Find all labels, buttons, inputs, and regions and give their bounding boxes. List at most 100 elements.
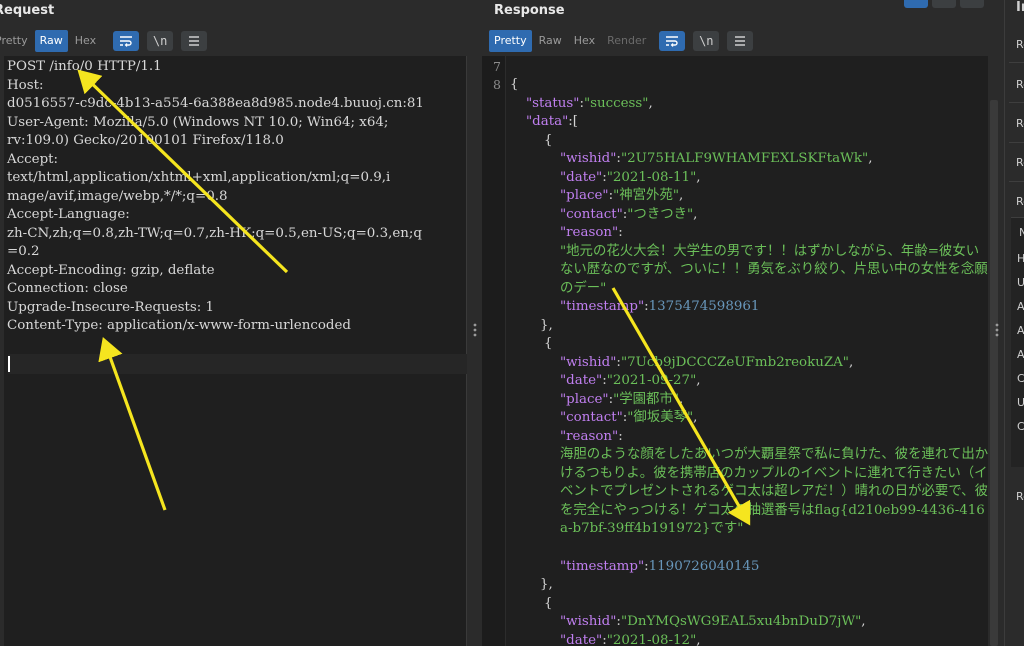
- json-brace: {: [510, 77, 519, 92]
- line-number: 8: [493, 77, 501, 92]
- json-key: "date": [560, 632, 603, 646]
- response-panel-title: Response: [494, 3, 565, 18]
- tab-raw-response[interactable]: Raw: [534, 30, 567, 52]
- inspector-section[interactable]: Re: [1016, 117, 1024, 130]
- inspector-panel: In Re Re Re Re Re N H U A A A C U C Re: [1004, 0, 1024, 646]
- response-editor[interactable]: 7 8 { "status":"success", "data":[ { "wi…: [482, 56, 988, 646]
- request-editor[interactable]: POST /info/0 HTTP/1.1 Host: d0516557-c9d…: [4, 56, 467, 646]
- layout-toggle-group: [904, 0, 984, 8]
- inspector-section[interactable]: Re: [1016, 490, 1024, 503]
- json-line: "reason":: [560, 225, 623, 240]
- request-line: =0.2: [7, 244, 40, 259]
- inspector-section[interactable]: Re: [1016, 38, 1024, 51]
- inspector-section[interactable]: Re: [1016, 78, 1024, 91]
- json-brace: {: [544, 336, 553, 351]
- inspector-section[interactable]: Re: [1016, 195, 1024, 208]
- wrap-lines-icon[interactable]: [113, 31, 140, 51]
- json-number: 1190726040145: [648, 558, 760, 574]
- tab-pretty-response[interactable]: Pretty: [489, 30, 532, 52]
- json-line: "wishid":"DnYMQsWG9EAL5xu4bnDuD7jW",: [560, 614, 866, 629]
- json-line: "wishid":"2U75HALF9WHAMFEXLSKFtaWk",: [560, 151, 873, 166]
- divider: [1009, 181, 1024, 182]
- tab-pretty-request[interactable]: Pretty: [0, 30, 33, 52]
- json-brace: {: [544, 595, 553, 611]
- json-line-data: "data":[: [526, 114, 578, 129]
- inspector-table: N H U A A A C U C: [1011, 217, 1024, 467]
- pane-splitter[interactable]: [468, 56, 482, 646]
- request-line: Accept-Language:: [7, 207, 130, 222]
- tab-hex-response[interactable]: Hex: [569, 30, 600, 52]
- json-line: "date":"2021-09-27",: [560, 373, 701, 388]
- json-string: 海胆のような顔をしたあいつが大覇星祭で私に負けた、彼を連れて出かけるつもりよ。彼…: [560, 447, 989, 536]
- json-key: "place": [560, 188, 609, 203]
- json-line: "place":"学園都市",: [560, 391, 684, 407]
- json-line: "timestamp":1375474598961: [560, 299, 760, 314]
- inspector-section[interactable]: Re: [1016, 156, 1024, 169]
- json-key: "date": [560, 373, 603, 388]
- request-line: d0516557-c9dc-4b13-a554-6a388ea8d985.nod…: [7, 96, 424, 111]
- json-string: "2021-08-12": [606, 632, 697, 646]
- inspector-table-cell: U: [1017, 276, 1024, 289]
- json-line: "place":"神宮外苑",: [560, 188, 684, 203]
- tab-hex-request[interactable]: Hex: [70, 30, 101, 52]
- wrap-lines-icon[interactable]: [659, 31, 686, 51]
- json-line: "reason":: [560, 428, 623, 444]
- json-string: "つきつき": [627, 206, 694, 222]
- json-key: "contact": [560, 410, 623, 425]
- request-panel-title: Request: [0, 3, 55, 18]
- line-number-gutter: 7 8: [482, 56, 506, 646]
- divider: [1009, 102, 1024, 103]
- line-number: 7: [493, 59, 501, 74]
- json-key: "data": [526, 114, 569, 129]
- json-string: "御坂美琴": [627, 410, 694, 425]
- json-string: "学園都市": [613, 391, 679, 407]
- json-line: "wishid":"7Ucb9jDCCCZeUFmb2reokuZA",: [560, 354, 854, 370]
- json-string: "success": [583, 95, 649, 111]
- json-brace: },: [540, 317, 553, 333]
- json-key: "timestamp": [560, 558, 645, 574]
- json-string: "2U75HALF9WHAMFEXLSKFtaWk": [620, 151, 869, 166]
- json-brace: },: [540, 577, 553, 592]
- request-line: Host:: [7, 77, 44, 93]
- response-tab-bar: Pretty Raw Hex Render \n: [489, 30, 754, 52]
- json-line: "date":"2021-08-11",: [560, 169, 701, 185]
- newline-toggle-icon[interactable]: \n: [693, 31, 720, 51]
- json-line-status: "status":"success",: [526, 95, 653, 111]
- inspector-table-cell: U: [1017, 396, 1024, 409]
- tab-raw-request[interactable]: Raw: [34, 30, 68, 52]
- request-line: Accept-Encoding: gzip, deflate: [7, 262, 215, 278]
- request-line: mage/avif,image/webp,*/*;q=0.8: [7, 188, 228, 204]
- newline-toggle-icon[interactable]: \n: [147, 31, 174, 51]
- json-brace: {: [544, 132, 553, 148]
- inspector-table-cell: A: [1017, 348, 1024, 361]
- json-key: "wishid": [560, 151, 617, 166]
- inspector-splitter[interactable]: [990, 56, 1004, 646]
- inspector-table-cell: C: [1017, 420, 1024, 433]
- menu-icon[interactable]: [727, 31, 754, 51]
- json-string: "7Ucb9jDCCCZeUFmb2reokuZA": [620, 354, 849, 370]
- json-string: "2021-09-27": [606, 373, 697, 388]
- layout-horizontal-button[interactable]: [932, 0, 956, 8]
- divider: [1009, 62, 1024, 63]
- json-line: "timestamp":1190726040145: [560, 558, 760, 574]
- json-number: 1375474598961: [648, 299, 760, 314]
- tab-render-response[interactable]: Render: [602, 30, 651, 52]
- inspector-table-cell: A: [1017, 300, 1024, 313]
- request-line: rv:109.0) Gecko/20100101 Firefox/118.0: [7, 133, 284, 148]
- request-line: zh-CN,zh;q=0.8,zh-TW;q=0.7,zh-HK;q=0.5,e…: [7, 225, 422, 241]
- current-line-highlight: [8, 354, 467, 374]
- json-string: "2021-08-11": [606, 169, 697, 185]
- divider: [1009, 142, 1024, 143]
- json-key: "timestamp": [560, 299, 645, 314]
- text-caret: [8, 356, 10, 372]
- request-line: Content-Type: application/x-www-form-url…: [7, 318, 351, 333]
- json-string: "神宮外苑": [613, 188, 679, 203]
- json-key: "reason": [560, 225, 619, 240]
- json-line: "date":"2021-08-12",: [560, 632, 701, 646]
- inspector-table-cell: A: [1017, 324, 1024, 337]
- request-line: POST /info/0 HTTP/1.1: [7, 59, 162, 74]
- menu-icon[interactable]: [181, 31, 208, 51]
- layout-split-button[interactable]: [904, 0, 928, 8]
- layout-vertical-button[interactable]: [960, 0, 984, 8]
- json-key: "place": [560, 391, 609, 407]
